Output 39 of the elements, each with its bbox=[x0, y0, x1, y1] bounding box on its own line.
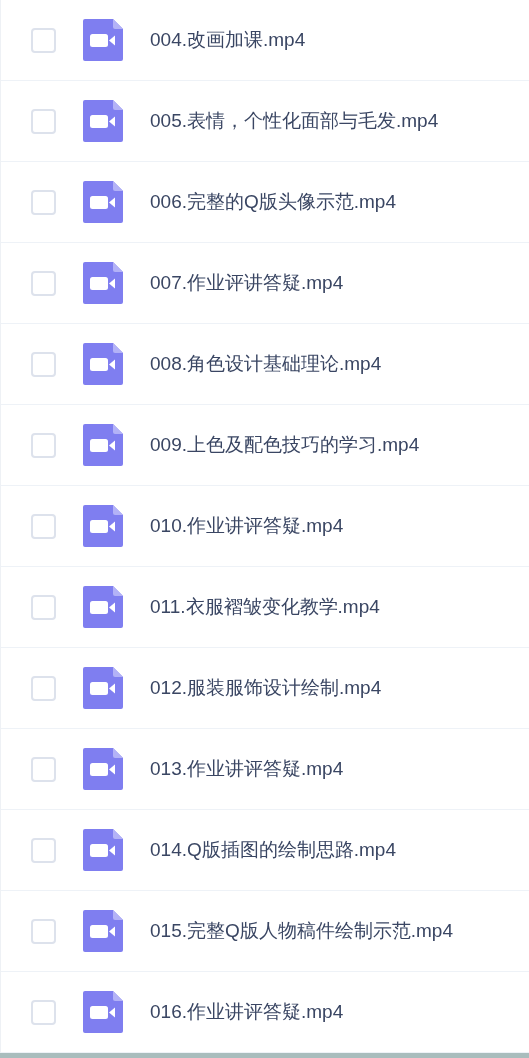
file-name[interactable]: 015.完整Q版人物稿件绘制示范.mp4 bbox=[150, 916, 453, 946]
video-file-icon bbox=[83, 100, 123, 142]
video-file-icon bbox=[83, 424, 123, 466]
checkbox[interactable] bbox=[31, 270, 56, 296]
checkbox[interactable] bbox=[31, 108, 56, 134]
video-file-icon bbox=[83, 19, 123, 61]
file-name[interactable]: 016.作业讲评答疑.mp4 bbox=[150, 997, 344, 1027]
checkbox[interactable] bbox=[31, 999, 56, 1025]
file-name[interactable]: 005.表情，个性化面部与毛发.mp4 bbox=[150, 106, 439, 136]
video-file-icon bbox=[83, 910, 123, 952]
checkbox[interactable] bbox=[31, 918, 56, 944]
video-file-icon bbox=[83, 181, 123, 223]
video-file-icon bbox=[83, 991, 123, 1033]
checkbox[interactable] bbox=[31, 756, 56, 782]
file-name[interactable]: 011.衣服褶皱变化教学.mp4 bbox=[150, 592, 380, 622]
video-file-icon bbox=[83, 343, 123, 385]
checkbox[interactable] bbox=[31, 594, 56, 620]
file-name[interactable]: 007.作业评讲答疑.mp4 bbox=[150, 268, 344, 298]
file-name[interactable]: 009.上色及配色技巧的学习.mp4 bbox=[150, 430, 420, 460]
video-file-icon bbox=[83, 505, 123, 547]
checkbox[interactable] bbox=[31, 513, 56, 539]
checkbox[interactable] bbox=[31, 351, 56, 377]
file-name[interactable]: 008.角色设计基础理论.mp4 bbox=[150, 349, 382, 379]
file-name[interactable]: 010.作业讲评答疑.mp4 bbox=[150, 511, 344, 541]
video-file-icon bbox=[83, 667, 123, 709]
video-file-icon bbox=[83, 262, 123, 304]
file-name[interactable]: 014.Q版插图的绘制思路.mp4 bbox=[150, 835, 396, 865]
video-file-icon bbox=[83, 829, 123, 871]
checkbox[interactable] bbox=[31, 189, 56, 215]
checkbox[interactable] bbox=[31, 432, 56, 458]
file-name[interactable]: 013.作业讲评答疑.mp4 bbox=[150, 754, 344, 784]
video-file-icon bbox=[83, 748, 123, 790]
file-name[interactable]: 006.完整的Q版头像示范.mp4 bbox=[150, 187, 396, 217]
checkbox[interactable] bbox=[31, 675, 56, 701]
file-name[interactable]: 004.改画加课.mp4 bbox=[150, 25, 306, 55]
checkbox[interactable] bbox=[31, 27, 56, 53]
video-file-icon bbox=[83, 586, 123, 628]
checkbox[interactable] bbox=[31, 837, 56, 863]
file-name[interactable]: 012.服装服饰设计绘制.mp4 bbox=[150, 673, 382, 703]
